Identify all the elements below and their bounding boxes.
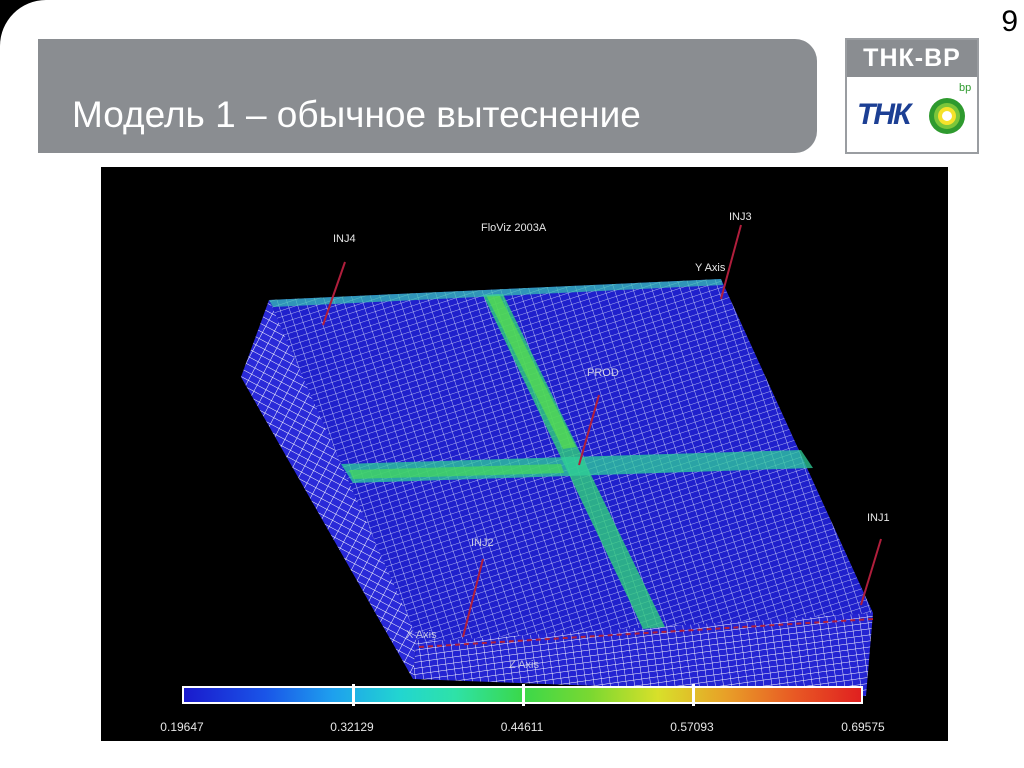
reservoir-visualization: FloViz 2003A Y Axis INJ4 INJ3 INJ1 PROD … — [101, 167, 948, 741]
bp-sun-icon — [929, 98, 965, 134]
colorbar-tick: 0.32129 — [330, 720, 374, 734]
logo-tnk-mark: ТНК — [857, 98, 911, 131]
reservoir-grid-plot — [241, 224, 882, 696]
colorbar-tick: 0.44611 — [500, 720, 544, 734]
company-logo: ТНК-ВР ТНК bp — [845, 38, 979, 154]
title-bar: Модель 1 – обычное вытеснение — [38, 39, 817, 153]
colorbar-divider — [352, 684, 355, 706]
colorbar-tick: 0.19647 — [160, 720, 204, 734]
colorbar-tick: 0.69575 — [841, 720, 885, 734]
well-label-inj1: INJ1 — [867, 512, 890, 524]
z-axis-label: Z Axis — [509, 659, 539, 671]
x-axis-label: X Axis — [406, 629, 437, 641]
well-inj1-trace — [860, 538, 882, 606]
colorbar-divider — [522, 684, 525, 706]
well-label-inj2: INJ2 — [471, 537, 494, 549]
slide-title: Модель 1 – обычное вытеснение — [72, 94, 641, 135]
logo-brand-text: ТНК-ВР — [847, 40, 977, 77]
colorbar-tick: 0.57093 — [670, 720, 714, 734]
well-label-prod: PROD — [587, 367, 619, 379]
colorbar-divider — [692, 684, 695, 706]
viz-app-title: FloViz 2003A — [481, 222, 547, 234]
well-label-inj4: INJ4 — [333, 233, 356, 245]
logo-bp-text: bp — [959, 82, 972, 94]
page-number: 9 — [1001, 5, 1018, 38]
y-axis-label: Y Axis — [695, 262, 726, 274]
slide: Модель 1 – обычное вытеснение 9 ТНК-ВР Т… — [0, 0, 1024, 768]
well-label-inj3: INJ3 — [729, 211, 752, 223]
